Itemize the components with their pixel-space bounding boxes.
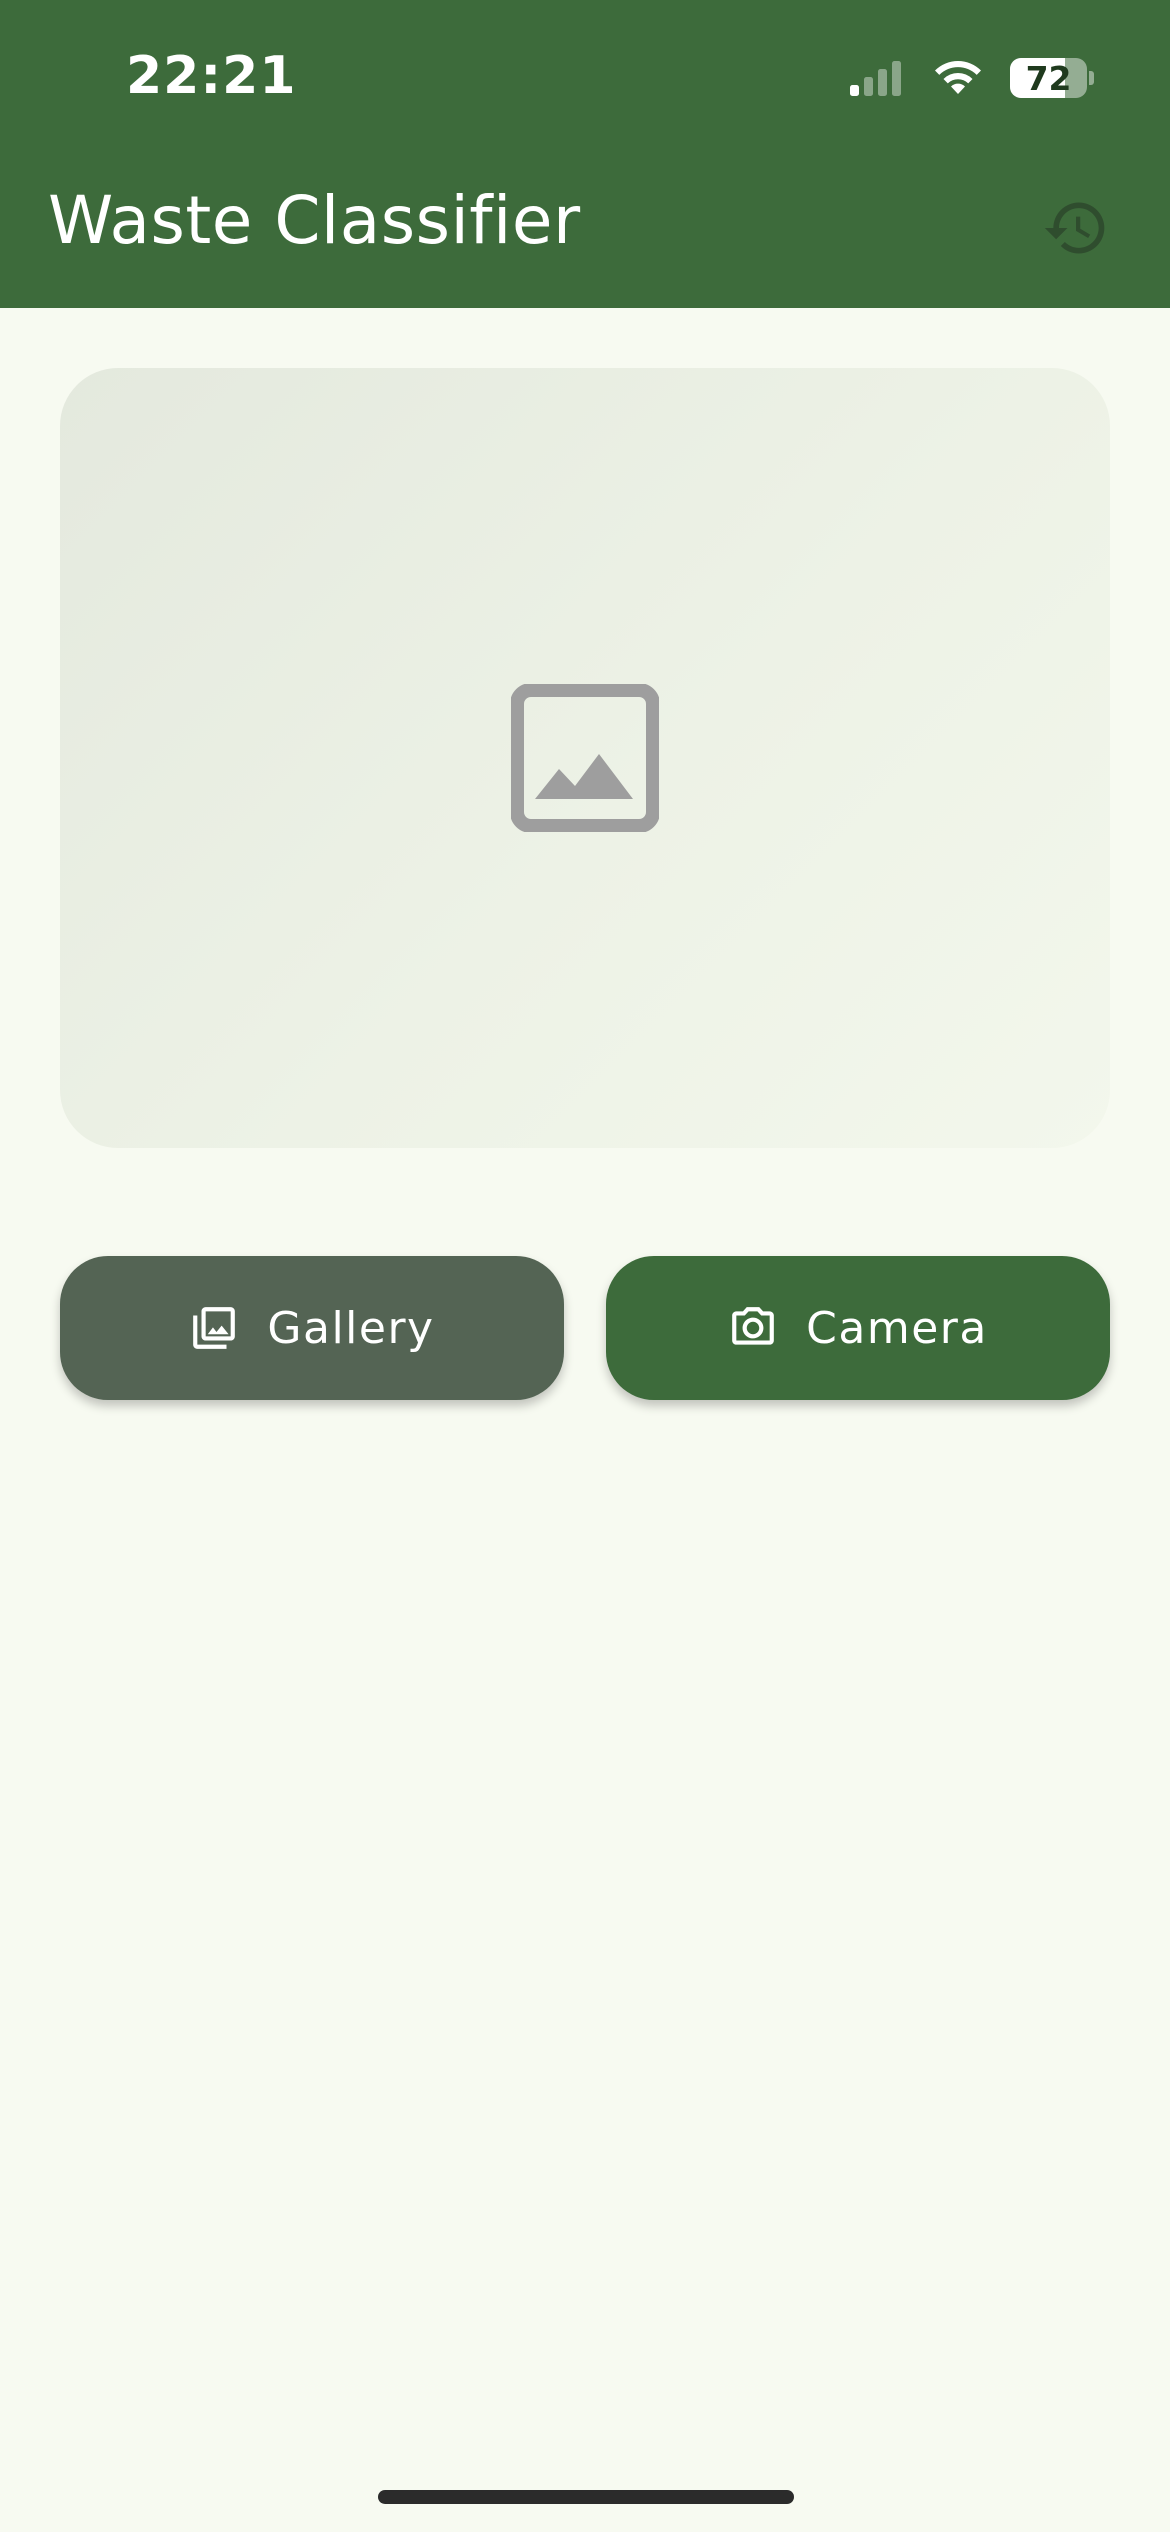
camera-icon	[732, 1307, 774, 1345]
history-button[interactable]	[1038, 190, 1114, 266]
cellular-signal-icon	[850, 61, 901, 96]
image-placeholder-icon	[511, 684, 659, 832]
status-icons: 72	[848, 56, 1094, 100]
camera-button-label: Camera	[806, 1302, 988, 1354]
gallery-button-label: Gallery	[267, 1302, 435, 1354]
page-title: Waste Classifier	[48, 182, 581, 259]
camera-button[interactable]: Camera	[606, 1256, 1110, 1400]
battery-level: 72	[1025, 58, 1072, 98]
image-preview	[60, 368, 1110, 1148]
status-time: 22:21	[126, 46, 297, 106]
home-indicator[interactable]	[378, 2490, 794, 2504]
app-screen: 22:21 72 Waste Classifier Gallery Camera	[0, 0, 1170, 2532]
wifi-icon	[935, 60, 981, 94]
action-buttons: Gallery Camera	[60, 1256, 1110, 1400]
app-header: 22:21 72 Waste Classifier	[0, 0, 1170, 308]
battery-body: 72	[1010, 58, 1088, 98]
gallery-button[interactable]: Gallery	[60, 1256, 564, 1400]
history-icon	[1044, 202, 1105, 254]
photo-library-icon	[193, 1307, 236, 1349]
battery-icon: 72	[1010, 58, 1094, 98]
battery-tip	[1089, 71, 1094, 85]
